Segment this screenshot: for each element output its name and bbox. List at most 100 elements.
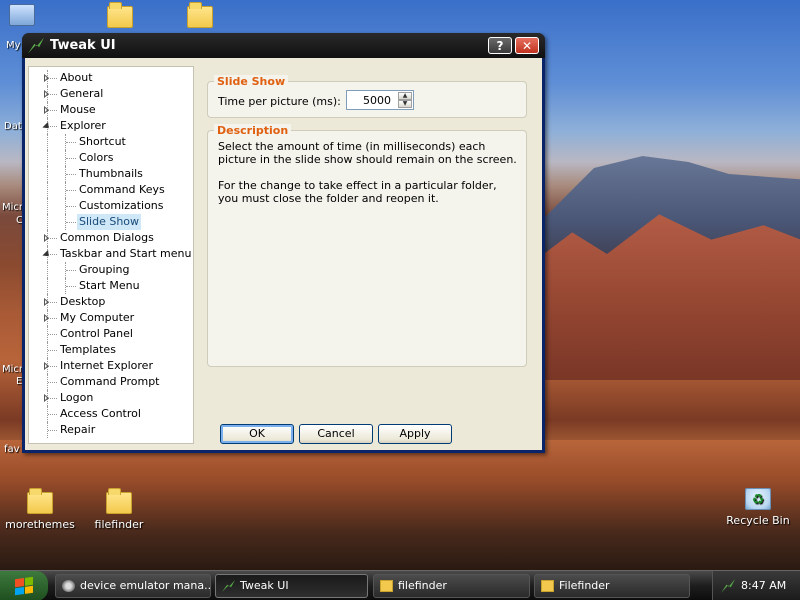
ok-button[interactable]: OK [220,424,294,444]
tree-connector [48,110,57,111]
taskbar-button-filefinder[interactable]: filefinder [373,574,530,598]
tree-item-explorer[interactable]: Explorer [29,118,193,134]
tweakui-tray-icon[interactable] [721,579,735,593]
tree-item-grouping[interactable]: Grouping [29,262,193,278]
cancel-button[interactable]: Cancel [299,424,373,444]
tree-item-general[interactable]: General [29,86,193,102]
tree-item-start-menu[interactable]: Start Menu [29,278,193,294]
taskbar-button-label: Tweak UI [240,579,289,592]
window-titlebar[interactable]: Tweak UI ? ✕ [22,33,545,58]
start-button[interactable] [0,571,48,600]
taskbar-button-tweak-ui[interactable]: Tweak UI [215,574,368,598]
windows-logo-icon [15,576,33,596]
tree-connector [48,318,57,319]
tree-item-templates[interactable]: Templates [29,342,193,358]
tweak-ui-window: Tweak UI ? ✕ About General Mouse Explorer Sh… [22,33,545,453]
folder-icon [27,488,53,514]
tree-item-about[interactable]: About [29,70,193,86]
tree-item-common-dialogs[interactable]: Common Dialogs [29,230,193,246]
tree-connector [48,302,57,303]
desktop-icon-filefinder[interactable]: filefinder [79,488,159,531]
tree-item-label: Start Menu [79,279,140,292]
desktop-edge-label[interactable]: Micr [2,364,23,375]
tree-item-control-panel[interactable]: Control Panel [29,326,193,342]
tree-item-internet-explorer[interactable]: Internet Explorer [29,358,193,374]
desktop-icon-label: morethemes [5,518,75,531]
tree-item-taskbar-and-start-menu[interactable]: Taskbar and Start menu [29,246,193,262]
tree-connector [48,238,57,239]
desktop-icon-folder-top-2[interactable] [160,2,240,32]
tree-connector [66,142,76,143]
taskbar-button-filefinder-2[interactable]: Filefinder [534,574,690,598]
tree-connector [66,222,76,223]
tree-item-label: Grouping [79,263,130,276]
time-per-picture-spinner[interactable]: 5000 ▲ ▼ [346,90,414,110]
tree-item-colors[interactable]: Colors [29,150,193,166]
tree-connector [47,182,48,198]
spinner-up-button[interactable]: ▲ [398,92,412,100]
expand-arrow-closed-icon[interactable] [44,74,49,82]
tree-item-command-prompt[interactable]: Command Prompt [29,374,193,390]
time-per-picture-value[interactable]: 5000 [363,94,391,107]
expand-arrow-open-icon[interactable] [42,249,52,260]
desktop-edge-label[interactable]: fav [4,444,20,455]
taskbar-button-label: filefinder [398,579,447,592]
tree-item-slide-show[interactable]: Slide Show [29,214,193,230]
expand-arrow-closed-icon[interactable] [44,314,49,322]
help-button[interactable]: ? [488,37,512,54]
desktop-edge-label[interactable]: Micr [2,202,23,213]
tree-item-access-control[interactable]: Access Control [29,406,193,422]
desktop-edge-label[interactable]: My [6,40,21,51]
slideshow-group-title: Slide Show [214,75,289,88]
tree-connector [48,366,57,367]
expand-arrow-closed-icon[interactable] [44,234,49,242]
close-button[interactable]: ✕ [515,37,539,54]
expand-arrow-closed-icon[interactable] [44,298,49,306]
tree-item-thumbnails[interactable]: Thumbnails [29,166,193,182]
tree-item-command-keys[interactable]: Command Keys [29,182,193,198]
tree-item-shortcut[interactable]: Shortcut [29,134,193,150]
tree-connector [48,350,57,351]
tree-item-mouse[interactable]: Mouse [29,102,193,118]
expand-arrow-closed-icon[interactable] [44,362,49,370]
desktop-icon-folder-top-1[interactable] [80,2,160,32]
tree-connector [47,422,48,438]
expand-arrow-open-icon[interactable] [42,121,52,132]
taskbar-button-device-emulator[interactable]: device emulator mana... [55,574,211,598]
desktop-edge-label[interactable]: Dat [4,121,22,132]
expand-arrow-closed-icon[interactable] [44,394,49,402]
tree-connector [66,286,76,287]
settings-tree[interactable]: About General Mouse Explorer Shortcut Colors T… [28,66,194,444]
clock[interactable]: 8:47 AM [741,579,786,592]
description-paragraph: Select the amount of time (in millisecon… [218,140,517,166]
tree-item-label: Desktop [60,295,106,308]
expand-arrow-closed-icon[interactable] [44,90,49,98]
computer-icon [9,4,35,26]
system-tray: 8:47 AM [712,571,800,600]
tree-connector [47,278,48,294]
desktop-icon-label: filefinder [94,518,144,531]
apply-button[interactable]: Apply [378,424,452,444]
window-client-area: About General Mouse Explorer Shortcut Colors T… [25,58,542,450]
tree-connector [47,214,48,230]
taskbar: device emulator mana... Tweak UI filefin… [0,570,800,600]
tree-connector [47,374,48,390]
desktop-icon-morethemes[interactable]: morethemes [0,488,80,531]
desktop-icon-recycle-bin[interactable]: ♻ Recycle Bin [718,488,798,527]
tree-item-label: Slide Show [77,214,142,230]
tree-item-desktop[interactable]: Desktop [29,294,193,310]
tree-item-logon[interactable]: Logon [29,390,193,406]
tree-item-label: About [60,71,93,84]
tree-item-label: Common Dialogs [60,231,154,244]
tree-item-my-computer[interactable]: My Computer [29,310,193,326]
tree-item-customizations[interactable]: Customizations [29,198,193,214]
spinner-down-button[interactable]: ▼ [398,100,412,108]
folder-icon [107,2,133,28]
tree-connector [48,414,57,415]
tree-item-repair[interactable]: Repair [29,422,193,438]
desktop-icon-my-computer[interactable] [0,4,44,30]
folder-icon [541,580,554,592]
tree-connector [66,206,76,207]
tree-item-label: Thumbnails [79,167,143,180]
expand-arrow-closed-icon[interactable] [44,106,49,114]
